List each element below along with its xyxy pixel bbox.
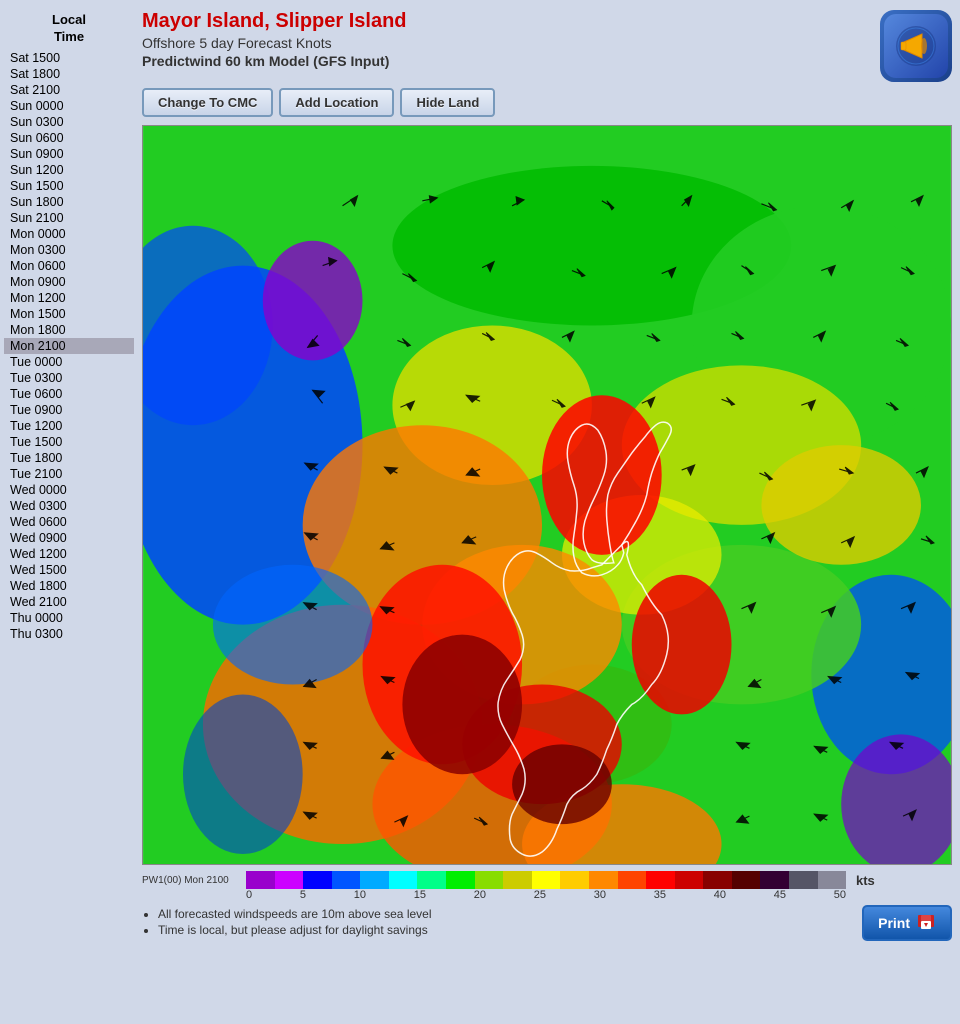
time-item[interactable]: Wed 0300 [4, 498, 134, 514]
time-sidebar: Local Time Sat 1500Sat 1800Sat 2100Sun 0… [4, 4, 134, 947]
time-item[interactable]: Thu 0000 [4, 610, 134, 626]
legend-label: PW1(00) Mon 2100 [142, 875, 242, 886]
kts-label: kts [856, 873, 875, 888]
time-item[interactable]: Tue 1500 [4, 434, 134, 450]
time-item[interactable]: Tue 2100 [4, 466, 134, 482]
legend-segment [446, 871, 475, 889]
app-icon[interactable] [880, 10, 952, 82]
time-item[interactable]: Mon 0900 [4, 274, 134, 290]
time-item[interactable]: Wed 0000 [4, 482, 134, 498]
legend-number: 45 [774, 889, 786, 901]
legend-segment [818, 871, 847, 889]
legend-segment [703, 871, 732, 889]
add-location-button[interactable]: Add Location [279, 88, 394, 117]
subtitle: Offshore 5 day Forecast Knots [142, 35, 407, 51]
model-label: Predictwind 60 km Model (GFS Input) [142, 53, 407, 69]
legend-number: 35 [654, 889, 666, 901]
hide-land-button[interactable]: Hide Land [400, 88, 495, 117]
title-block: Mayor Island, Slipper Island Offshore 5 … [142, 10, 407, 69]
time-item[interactable]: Wed 1200 [4, 546, 134, 562]
time-item[interactable]: Sun 1800 [4, 194, 134, 210]
time-list: Sat 1500Sat 1800Sat 2100Sun 0000Sun 0300… [4, 50, 134, 642]
legend-segment [503, 871, 532, 889]
legend-number: 50 [834, 889, 846, 901]
wind-map[interactable]: ⛵ [142, 125, 952, 865]
toolbar: Change To CMC Add Location Hide Land [142, 88, 952, 117]
legend-segment [789, 871, 818, 889]
time-item[interactable]: Sun 0000 [4, 98, 134, 114]
time-item[interactable]: Mon 1800 [4, 322, 134, 338]
time-item[interactable]: Sun 1500 [4, 178, 134, 194]
app-icon-svg [894, 24, 938, 68]
time-item[interactable]: Tue 1800 [4, 450, 134, 466]
time-item[interactable]: Wed 0900 [4, 530, 134, 546]
legend-segment [646, 871, 675, 889]
time-item[interactable]: Tue 0900 [4, 402, 134, 418]
time-item[interactable]: Sun 2100 [4, 210, 134, 226]
legend-scale [246, 871, 846, 889]
main-content: Mayor Island, Slipper Island Offshore 5 … [134, 4, 960, 947]
legend-segment [275, 871, 304, 889]
time-item[interactable]: Sat 2100 [4, 82, 134, 98]
time-item[interactable]: Wed 1500 [4, 562, 134, 578]
notes-list: All forecasted windspeeds are 10m above … [142, 907, 862, 939]
legend-segment [389, 871, 418, 889]
bottom-row: All forecasted windspeeds are 10m above … [142, 905, 952, 941]
legend-segment [475, 871, 504, 889]
legend-number: 40 [714, 889, 726, 901]
legend-number: 30 [594, 889, 606, 901]
time-item[interactable]: Mon 2100 [4, 338, 134, 354]
time-item[interactable]: Wed 0600 [4, 514, 134, 530]
legend-number: 5 [300, 889, 306, 901]
sidebar-header: Local Time [4, 12, 134, 46]
legend-numbers: 0 5 10 15 20 25 30 35 40 45 50 [246, 889, 846, 901]
time-item[interactable]: Sun 0300 [4, 114, 134, 130]
wind-map-svg: ⛵ [143, 126, 951, 864]
legend-segment [675, 871, 704, 889]
legend-segment [732, 871, 761, 889]
legend-segment [560, 871, 589, 889]
time-item[interactable]: Tue 0600 [4, 386, 134, 402]
time-item[interactable]: Sat 1500 [4, 50, 134, 66]
time-item[interactable]: Mon 1200 [4, 290, 134, 306]
header-row: Mayor Island, Slipper Island Offshore 5 … [142, 10, 952, 82]
legend-number: 10 [354, 889, 366, 901]
time-item[interactable]: Mon 0000 [4, 226, 134, 242]
change-to-cmc-button[interactable]: Change To CMC [142, 88, 273, 117]
legend-segment [417, 871, 446, 889]
time-item[interactable]: Sun 1200 [4, 162, 134, 178]
time-item[interactable]: Sun 0600 [4, 130, 134, 146]
note-item: Time is local, but please adjust for day… [158, 923, 862, 937]
time-item[interactable]: Sat 1800 [4, 66, 134, 82]
time-item[interactable]: Wed 1800 [4, 578, 134, 594]
legend-segment [532, 871, 561, 889]
legend-segment [760, 871, 789, 889]
legend-segment [332, 871, 361, 889]
legend-segment [618, 871, 647, 889]
legend-number: 15 [414, 889, 426, 901]
time-item[interactable]: Tue 0000 [4, 354, 134, 370]
print-label: Print [878, 915, 910, 931]
page-title: Mayor Island, Slipper Island [142, 10, 407, 33]
legend-row: PW1(00) Mon 2100 kts [142, 871, 952, 889]
legend-number: 0 [246, 889, 252, 901]
time-item[interactable]: Mon 1500 [4, 306, 134, 322]
legend-number: 20 [474, 889, 486, 901]
print-button[interactable]: Print [862, 905, 952, 941]
time-item[interactable]: Tue 0300 [4, 370, 134, 386]
print-icon [916, 913, 936, 933]
legend-segment [246, 871, 275, 889]
note-item: All forecasted windspeeds are 10m above … [158, 907, 862, 921]
time-item[interactable]: Mon 0300 [4, 242, 134, 258]
legend-number: 25 [534, 889, 546, 901]
legend-segment [303, 871, 332, 889]
legend-segment [589, 871, 618, 889]
time-item[interactable]: Tue 1200 [4, 418, 134, 434]
time-item[interactable]: Thu 0300 [4, 626, 134, 642]
time-item[interactable]: Sun 0900 [4, 146, 134, 162]
legend-segment [360, 871, 389, 889]
time-item[interactable]: Mon 0600 [4, 258, 134, 274]
time-item[interactable]: Wed 2100 [4, 594, 134, 610]
